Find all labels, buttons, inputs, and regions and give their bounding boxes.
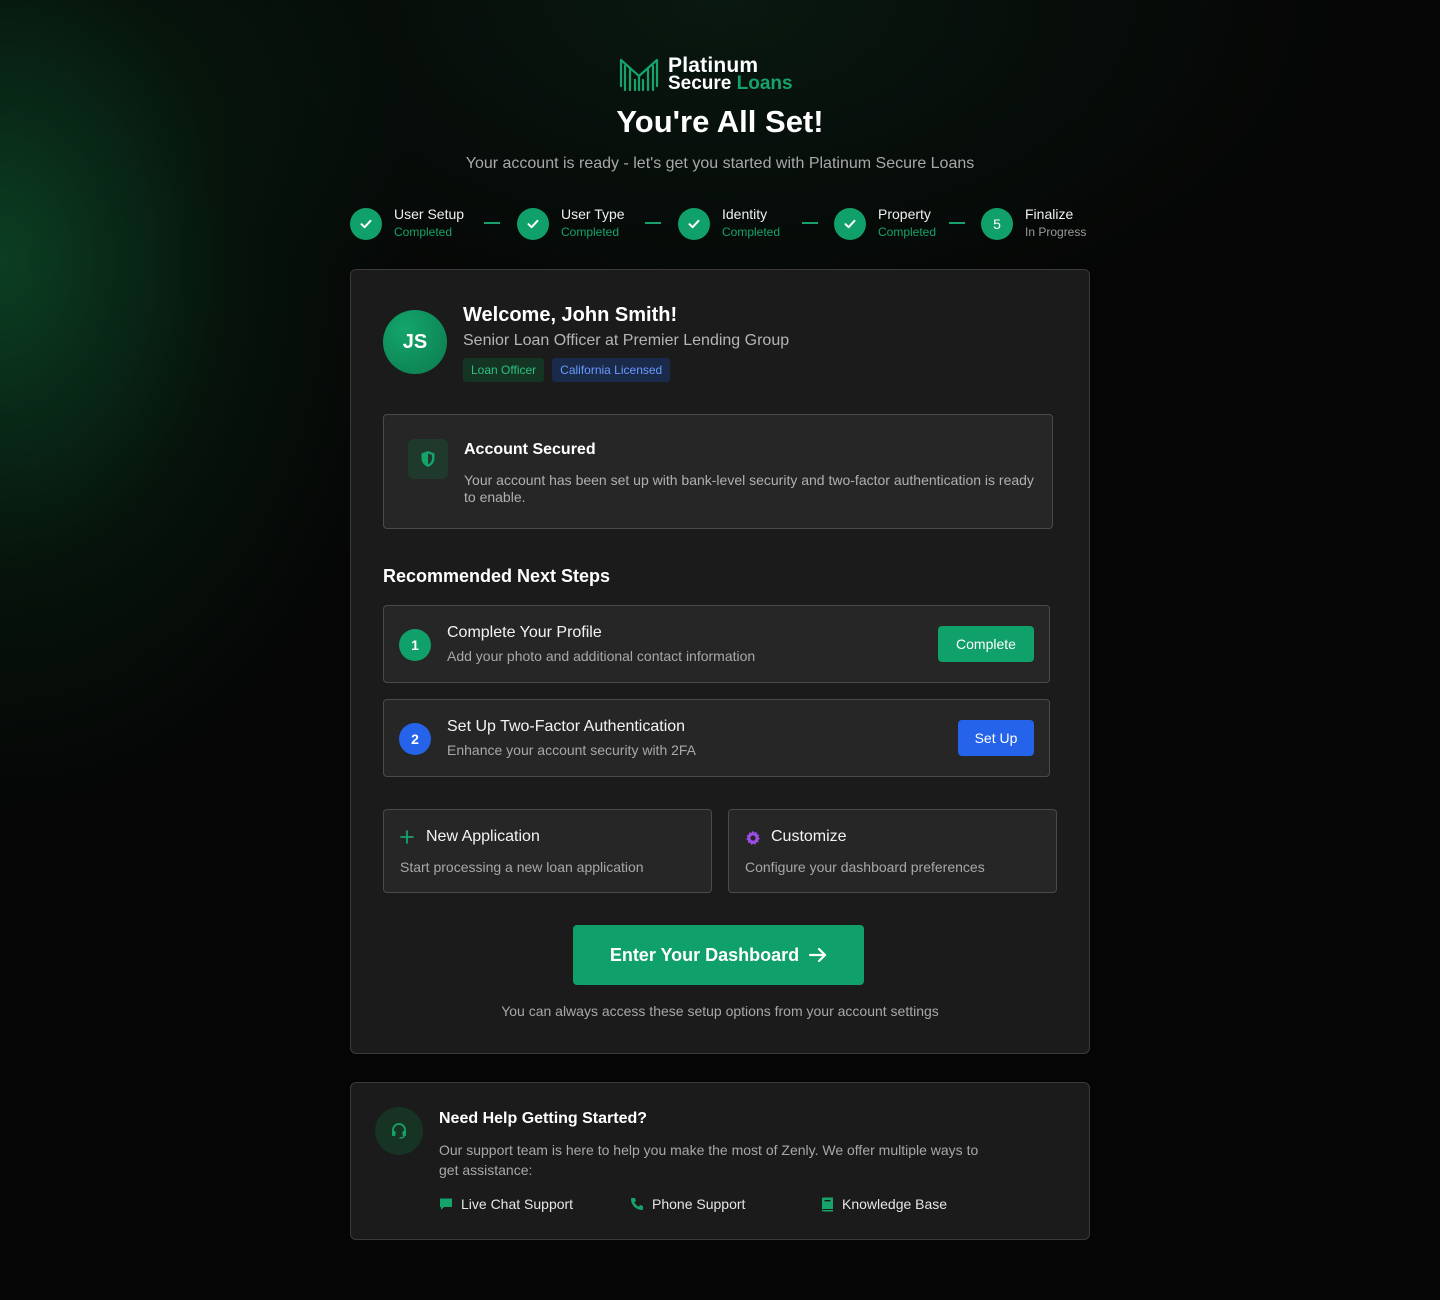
- knowledge-base-link[interactable]: Knowledge Base: [821, 1196, 947, 1212]
- customize-card[interactable]: Customize Configure your dashboard prefe…: [728, 809, 1057, 893]
- avatar: JS: [383, 310, 447, 374]
- step-connector: [802, 222, 818, 224]
- step-number: 5: [981, 208, 1013, 240]
- brand-logo: Platinum Secure Loans: [618, 55, 793, 94]
- help-title: Need Help Getting Started?: [439, 1110, 648, 1127]
- help-link-label: Knowledge Base: [842, 1196, 948, 1212]
- page: Platinum Secure Loans You're All Set! Yo…: [0, 0, 1440, 1300]
- badge-loan-officer: Loan Officer: [463, 358, 545, 382]
- next-step-description: Add your photo and additional contact in…: [447, 648, 756, 664]
- new-application-card[interactable]: New Application Start processing a new l…: [383, 809, 712, 893]
- settings-footnote: You can always access these setup option…: [501, 1003, 939, 1019]
- role-badges: Loan Officer California Licensed: [463, 358, 671, 382]
- welcome-title: Welcome, John Smith!: [463, 304, 678, 326]
- help-links: Live Chat Support Phone Support Knowledg…: [439, 1196, 1059, 1216]
- next-step-two-factor: 2 Set Up Two-Factor Authentication Enhan…: [383, 699, 1050, 777]
- plus-icon: [400, 830, 414, 849]
- action-description: Start processing a new loan application: [400, 859, 644, 875]
- book-icon: [822, 1197, 833, 1211]
- check-icon: [678, 208, 710, 240]
- next-step-title: Set Up Two-Factor Authentication: [447, 718, 686, 735]
- step-user-type: User Type Completed: [517, 206, 625, 242]
- user-role: Senior Loan Officer at Premier Lending G…: [463, 332, 790, 349]
- next-step-title: Complete Your Profile: [447, 624, 602, 641]
- setup-complete-card: JS Welcome, John Smith! Senior Loan Offi…: [350, 269, 1090, 1054]
- phone-support-link[interactable]: Phone Support: [630, 1196, 745, 1212]
- check-icon: [350, 208, 382, 240]
- complete-button[interactable]: Complete: [938, 626, 1034, 662]
- step-name: User Type: [561, 206, 625, 222]
- account-secured-panel: Account Secured Your account has been se…: [383, 414, 1053, 529]
- chat-icon: [440, 1198, 452, 1210]
- step-name: Finalize: [1025, 206, 1074, 222]
- next-step-description: Enhance your account security with 2FA: [447, 742, 697, 758]
- step-user-setup: User Setup Completed: [350, 206, 464, 242]
- phone-icon: [631, 1198, 643, 1210]
- step-property: Property Completed: [834, 206, 936, 242]
- step-identity: Identity Completed: [678, 206, 780, 242]
- enter-dashboard-button[interactable]: Enter Your Dashboard: [573, 925, 864, 985]
- brand-mark-icon: [619, 58, 659, 92]
- headset-icon: [375, 1107, 423, 1155]
- page-subtitle: Your account is ready - let's get you st…: [465, 155, 975, 172]
- step-name: Identity: [722, 206, 768, 222]
- step-status: In Progress: [1025, 225, 1087, 239]
- check-icon: [517, 208, 549, 240]
- gear-icon: [745, 830, 761, 851]
- step-connector: [484, 222, 500, 224]
- brand-line2: Secure Loans: [668, 73, 793, 94]
- step-status: Completed: [394, 225, 453, 239]
- shield-icon: [408, 439, 448, 479]
- step-number: 2: [399, 723, 431, 755]
- secured-title: Account Secured: [464, 441, 596, 458]
- step-status: Completed: [722, 225, 781, 239]
- help-card: Need Help Getting Started? Our support t…: [350, 1082, 1090, 1240]
- badge-california-licensed: California Licensed: [552, 358, 671, 382]
- step-finalize: 5 Finalize In Progress: [981, 206, 1086, 242]
- secured-description: Your account has been set up with bank-l…: [464, 472, 1034, 505]
- check-icon: [834, 208, 866, 240]
- step-status: Completed: [561, 225, 620, 239]
- action-title: Customize: [771, 828, 847, 845]
- help-description: Our support team is here to help you mak…: [439, 1142, 979, 1178]
- step-name: User Setup: [394, 206, 465, 222]
- brand-loans: Loans: [736, 73, 793, 94]
- action-description: Configure your dashboard preferences: [745, 859, 985, 875]
- action-title: New Application: [426, 828, 540, 845]
- next-steps-title: Recommended Next Steps: [383, 566, 611, 586]
- step-name: Property: [878, 206, 931, 222]
- step-connector: [645, 222, 661, 224]
- set-up-button[interactable]: Set Up: [958, 720, 1034, 756]
- enter-dashboard-label: Enter Your Dashboard: [609, 944, 800, 965]
- page-title: You're All Set!: [616, 104, 824, 139]
- step-status: Completed: [878, 225, 937, 239]
- arrow-right-icon: [809, 947, 827, 963]
- step-number: 1: [399, 629, 431, 661]
- help-link-label: Live Chat Support: [461, 1196, 574, 1212]
- brand-secure: Secure: [668, 73, 732, 94]
- help-link-label: Phone Support: [652, 1196, 746, 1212]
- live-chat-link[interactable]: Live Chat Support: [439, 1196, 573, 1212]
- step-connector: [949, 222, 965, 224]
- next-step-complete-profile: 1 Complete Your Profile Add your photo a…: [383, 605, 1050, 683]
- progress-stepper: User Setup Completed User Type Completed…: [350, 206, 1090, 242]
